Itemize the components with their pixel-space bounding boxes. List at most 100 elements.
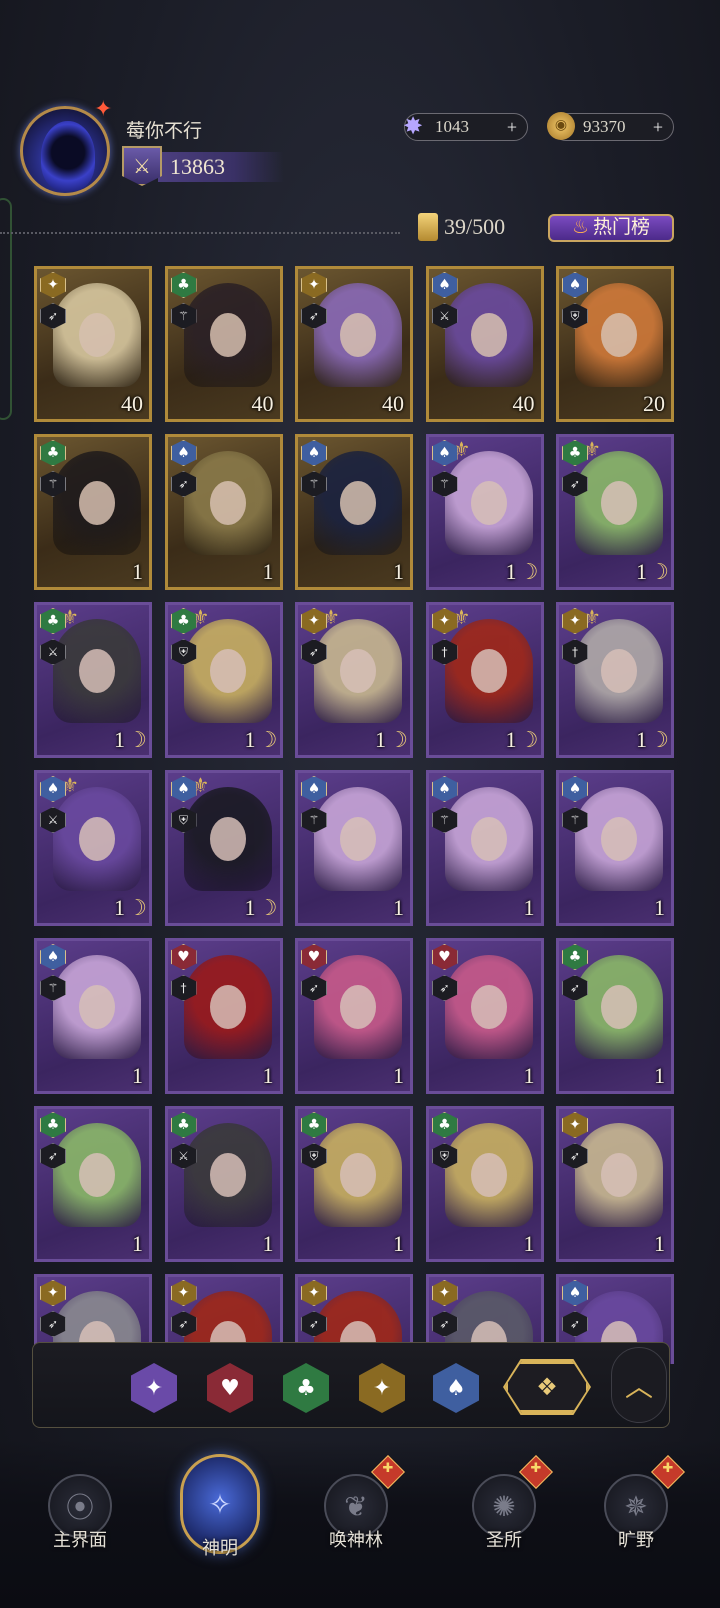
portrait-face [601, 985, 637, 1029]
filter-star-icon[interactable]: ✦ [131, 1363, 177, 1413]
spade-suit-icon: ♠ [562, 776, 588, 802]
deity-card[interactable]: ♣ ⚚ 1 [34, 434, 152, 590]
deity-card[interactable]: ♠ ⚔ 40 [425, 266, 544, 422]
deity-card[interactable]: ⚜ ✦ † 1 ☽ [425, 602, 544, 758]
deity-card[interactable]: ⚜ ♣ ⚔ 1 ☽ [34, 602, 152, 758]
filter-club-icon[interactable]: ♣ [283, 1363, 329, 1413]
deity-card[interactable]: ♠ ⚚ 1 [295, 770, 413, 926]
deity-card[interactable]: ⚜ ✦ † 1 ☽ [556, 602, 674, 758]
deity-card[interactable]: ♥ † 1 [164, 938, 283, 1094]
deity-card[interactable]: ⚜ ♠ ⚚ 1 ☽ [425, 434, 544, 590]
card-level: 1 [393, 1063, 404, 1088]
nav-sanctuary-label: 圣所 [486, 1530, 522, 1550]
deity-portrait [444, 955, 533, 1059]
deity-portrait [575, 1123, 663, 1227]
card-level: 1 [244, 727, 256, 752]
deity-card[interactable]: ♠ ⛨ 20 [556, 266, 674, 422]
nav-main[interactable]: ⦿ 主界面 [20, 1460, 140, 1580]
deity-card[interactable]: ♥ ➶ 1 [425, 938, 544, 1094]
moon-badge-icon: ☽ [257, 896, 278, 921]
deity-card[interactable]: ♠ ⚚ 1 [34, 938, 152, 1094]
portrait-face [601, 1153, 637, 1197]
notification-star-icon: ✦ [94, 96, 113, 121]
bottom-navigation: ⦿ 主界面 ✧ 神明 ❦ ✚ 唤神林 ✺ ✚ 圣所 ✵ ✚ 旷野 [0, 1440, 720, 1608]
card-level: 1 [132, 559, 143, 584]
deity-portrait [575, 787, 663, 891]
deity-card[interactable]: ♠ ⚚ 1 [556, 770, 674, 926]
heart-suit-icon: ♥ [170, 944, 197, 970]
deity-card[interactable]: ⚜ ♣ ➶ 1 ☽ [556, 434, 674, 590]
deity-card[interactable]: ♣ ⚚ 40 [164, 266, 283, 422]
filter-gold-star-icon[interactable]: ✦ [359, 1363, 405, 1413]
deity-portrait [444, 283, 533, 387]
moon-badge-icon: ☽ [127, 728, 147, 753]
add-gold-button[interactable]: + [653, 114, 663, 140]
moon-badge-icon: ☽ [518, 728, 539, 753]
portrait-face [470, 481, 507, 525]
card-level: 1 [636, 727, 647, 752]
deity-card[interactable]: ♣ ⛨ 1 [295, 1106, 413, 1262]
heart-suit-icon: ♥ [431, 944, 458, 970]
card-level: 1 [393, 1231, 404, 1256]
combat-power: 13863 [158, 152, 284, 182]
add-stars-button[interactable]: + [507, 114, 517, 140]
spade-suit-icon: ♠ [301, 776, 327, 802]
star-suit-icon: ✦ [40, 272, 66, 298]
deity-card[interactable]: ⚜ ♣ ⛨ 1 ☽ [164, 602, 283, 758]
card-level: 1 [262, 1231, 274, 1256]
deity-portrait [575, 451, 663, 555]
hot-ranking-button[interactable]: ♨ 热门榜 [548, 214, 674, 242]
filter-all-icon[interactable]: ❖ [505, 1361, 589, 1413]
club-suit-icon: ♣ [431, 1112, 458, 1138]
portrait-face [79, 1153, 115, 1197]
nav-deities[interactable]: ✧ 神明 [160, 1454, 280, 1580]
card-level: 1 [393, 895, 404, 920]
portrait-face [340, 1153, 376, 1197]
club-suit-icon: ♣ [562, 944, 588, 970]
deity-card[interactable]: ♠ ⚚ 1 [295, 434, 413, 590]
moon-badge-icon: ☽ [518, 560, 539, 585]
suit-filter-bar: ✦ ♥ ♣ ✦ ♠ ❖ ︿ [32, 1342, 670, 1428]
spade-suit-icon: ♠ [40, 944, 66, 970]
deity-card[interactable]: ⚜ ♠ ⛨ 1 ☽ [164, 770, 283, 926]
card-level: 20 [643, 391, 665, 416]
deity-card[interactable]: ♣ ➶ 1 [556, 938, 674, 1094]
filter-heart-icon[interactable]: ♥ [207, 1363, 253, 1413]
nav-wilderness[interactable]: ✵ ✚ 旷野 [576, 1455, 696, 1580]
deity-card[interactable]: ✦ ➶ 40 [295, 266, 413, 422]
collapse-chevron-icon[interactable]: ︿ [611, 1347, 667, 1423]
deity-portrait [183, 955, 272, 1059]
card-level: 1 [654, 1231, 665, 1256]
deity-card[interactable]: ♣ ⛨ 1 [425, 1106, 544, 1262]
deity-card[interactable]: ⚜ ✦ ➶ 1 ☽ [295, 602, 413, 758]
heart-suit-icon: ♥ [301, 944, 327, 970]
deity-card[interactable]: ♥ ➶ 1 [295, 938, 413, 1094]
portrait-face [209, 985, 246, 1029]
star-currency: ✸ 1043 + [403, 113, 528, 141]
deity-card[interactable]: ✦ ➶ 1 [556, 1106, 674, 1262]
flame-icon: ♨ [571, 217, 590, 238]
deity-card[interactable]: ✦ ➶ 40 [34, 266, 152, 422]
deity-portrait [314, 283, 402, 387]
moon-badge-icon: ☽ [127, 896, 147, 921]
deity-portrait [314, 787, 402, 891]
spade-suit-icon: ♠ [562, 272, 588, 298]
deity-card[interactable]: ⚜ ♠ ⚔ 1 ☽ [34, 770, 152, 926]
card-level: 1 [523, 1231, 535, 1256]
nav-sanctuary[interactable]: ✺ ✚ 圣所 [444, 1455, 564, 1580]
deity-portrait [444, 451, 533, 555]
deity-portrait [53, 1123, 141, 1227]
filter-spade-icon[interactable]: ♠ [433, 1363, 479, 1413]
deity-card[interactable]: ♣ ➶ 1 [34, 1106, 152, 1262]
card-level: 1 [393, 559, 404, 584]
deity-card[interactable]: ♣ ⚔ 1 [164, 1106, 283, 1262]
portrait-face [340, 985, 376, 1029]
card-level: 1 [114, 895, 125, 920]
deity-portrait [314, 619, 402, 723]
deity-card[interactable]: ♠ ➶ 1 [164, 434, 283, 590]
card-level: 1 [505, 559, 517, 584]
nav-summon-forest[interactable]: ❦ ✚ 唤神林 [296, 1455, 416, 1580]
deity-portrait [183, 1123, 272, 1227]
deity-card[interactable]: ♠ ⚚ 1 [425, 770, 544, 926]
portrait-face [79, 481, 115, 525]
